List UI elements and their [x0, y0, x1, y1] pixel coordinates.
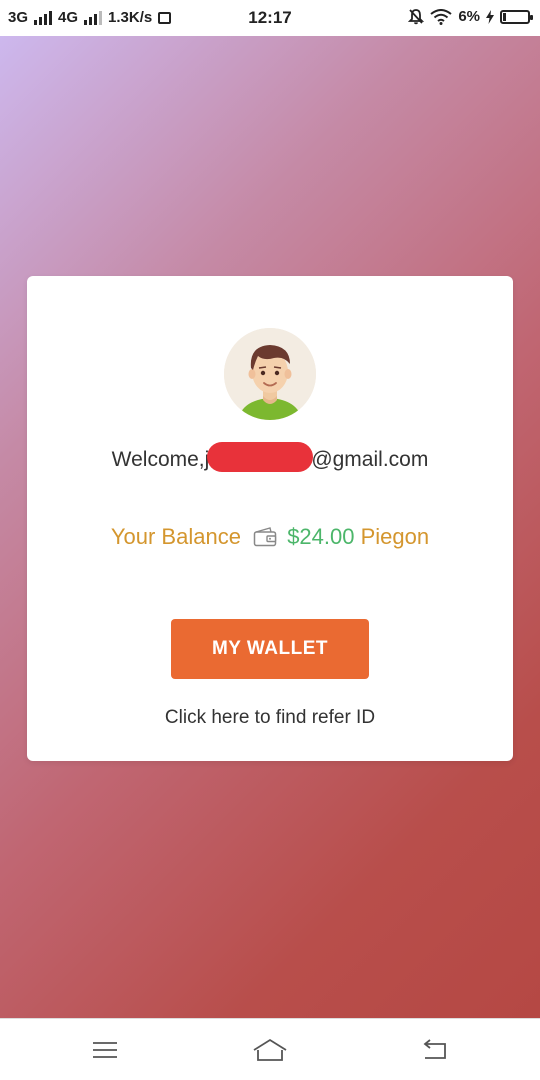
- welcome-suffix: @gmail.com: [311, 448, 429, 471]
- avatar: [224, 328, 316, 420]
- status-right: 6%: [408, 8, 533, 25]
- my-wallet-button[interactable]: MY WALLET: [171, 619, 369, 679]
- menu-button[interactable]: [85, 1035, 125, 1065]
- wifi-icon: [430, 8, 452, 25]
- navigation-bar: [0, 1018, 540, 1080]
- balance-row: Your Balance $24.00 Piegon: [27, 524, 513, 550]
- welcome-prefix: Welcome,j: [111, 448, 210, 471]
- menu-icon: [93, 1042, 117, 1058]
- user-avatar-icon: [224, 328, 316, 420]
- balance-currency: Piegon: [360, 524, 430, 549]
- battery-icon: [500, 9, 533, 24]
- welcome-card: Welcome,j @gmail.com Your Balance $24.00 …: [27, 276, 513, 761]
- charging-icon: [486, 9, 494, 24]
- status-bar: 3G 4G 1.3K/s 12:17 6%: [0, 0, 540, 36]
- home-button[interactable]: [250, 1035, 290, 1065]
- find-refer-id-link[interactable]: Click here to find refer ID: [27, 707, 513, 729]
- balance-amount: $24.00: [287, 524, 355, 549]
- balance-label: Your Balance: [110, 524, 241, 549]
- battery-percent: 6%: [458, 8, 480, 25]
- back-icon: [423, 1039, 446, 1059]
- notifications-off-icon: [408, 9, 425, 25]
- back-button[interactable]: [415, 1035, 455, 1065]
- wallet-icon: [253, 527, 277, 547]
- home-icon: [253, 1038, 287, 1061]
- welcome-text: Welcome,j @gmail.com: [27, 442, 513, 473]
- email-redaction: [207, 442, 314, 473]
